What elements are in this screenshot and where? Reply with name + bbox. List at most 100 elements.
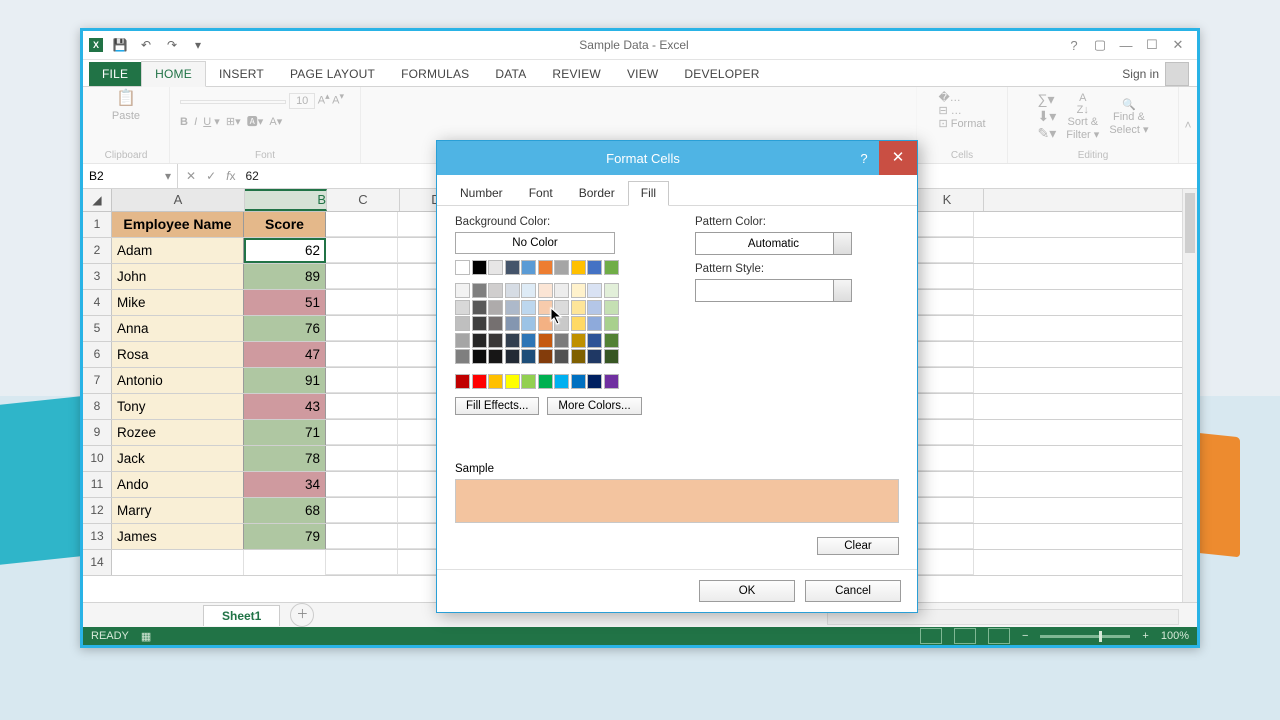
cell[interactable]: Mike — [112, 290, 244, 315]
color-swatch[interactable] — [554, 374, 569, 389]
cell[interactable]: 79 — [244, 524, 326, 549]
collapse-ribbon-icon[interactable]: ˄ — [1179, 87, 1197, 163]
redo-icon[interactable]: ↷ — [163, 38, 181, 52]
color-swatch[interactable] — [538, 260, 553, 275]
color-swatch[interactable] — [505, 260, 520, 275]
color-swatch[interactable] — [587, 283, 602, 298]
color-swatch[interactable] — [571, 260, 586, 275]
color-swatch[interactable] — [488, 300, 503, 315]
row-header[interactable]: 6 — [83, 342, 112, 367]
color-swatch[interactable] — [571, 300, 586, 315]
cell[interactable]: 34 — [244, 472, 326, 497]
color-swatch[interactable] — [521, 260, 536, 275]
no-color-button[interactable]: No Color — [455, 232, 615, 254]
row-header[interactable]: 8 — [83, 394, 112, 419]
cell[interactable]: John — [112, 264, 244, 289]
col-header-b[interactable]: B — [245, 189, 327, 211]
dialog-help-icon[interactable]: ? — [849, 151, 879, 166]
color-swatch[interactable] — [587, 300, 602, 315]
color-swatch[interactable] — [472, 260, 487, 275]
color-swatch[interactable] — [571, 349, 586, 364]
zoom-slider[interactable] — [1040, 635, 1130, 638]
undo-icon[interactable]: ↶ — [137, 38, 155, 52]
cell[interactable]: Score — [244, 212, 326, 237]
color-swatch[interactable] — [538, 374, 553, 389]
color-swatch[interactable] — [604, 333, 619, 348]
color-swatch[interactable] — [521, 333, 536, 348]
dialog-title-bar[interactable]: Format Cells ? ✕ — [437, 141, 917, 175]
color-swatch[interactable] — [554, 333, 569, 348]
color-swatch[interactable] — [521, 374, 536, 389]
row-header[interactable]: 12 — [83, 498, 112, 523]
row-header[interactable]: 2 — [83, 238, 112, 263]
tab-number[interactable]: Number — [447, 181, 516, 205]
color-swatch[interactable] — [538, 283, 553, 298]
tab-page-layout[interactable]: PAGE LAYOUT — [277, 62, 388, 86]
color-swatch[interactable] — [472, 300, 487, 315]
ok-button[interactable]: OK — [699, 580, 795, 602]
name-box[interactable]: B2▾ — [83, 164, 178, 188]
cell[interactable]: Anna — [112, 316, 244, 341]
row-header[interactable]: 1 — [83, 212, 112, 237]
cell[interactable]: 47 — [244, 342, 326, 367]
color-swatch[interactable] — [455, 374, 470, 389]
color-swatch[interactable] — [604, 374, 619, 389]
close-icon[interactable]: ✕ — [1165, 37, 1191, 53]
cell[interactable]: Jack — [112, 446, 244, 471]
color-swatch[interactable] — [604, 300, 619, 315]
cell[interactable]: 78 — [244, 446, 326, 471]
cell[interactable]: 51 — [244, 290, 326, 315]
sign-in[interactable]: Sign in — [1122, 62, 1189, 86]
cell[interactable]: Ando — [112, 472, 244, 497]
tab-file[interactable]: FILE — [89, 62, 141, 86]
color-swatch[interactable] — [571, 333, 586, 348]
sort-filter-button[interactable]: AZ↓Sort & Filter ▾ — [1066, 92, 1099, 141]
row-header[interactable]: 7 — [83, 368, 112, 393]
fx-icon[interactable]: fx — [226, 169, 235, 183]
color-swatch[interactable] — [521, 283, 536, 298]
cell[interactable]: 68 — [244, 498, 326, 523]
color-swatch[interactable] — [554, 260, 569, 275]
color-swatch[interactable] — [488, 349, 503, 364]
cell[interactable]: Employee Name — [112, 212, 244, 237]
row-header[interactable]: 11 — [83, 472, 112, 497]
cell[interactable]: 62 — [244, 238, 326, 263]
color-swatch[interactable] — [455, 333, 470, 348]
tab-insert[interactable]: INSERT — [206, 62, 277, 86]
color-swatch[interactable] — [488, 333, 503, 348]
cell[interactable]: Rosa — [112, 342, 244, 367]
color-swatch[interactable] — [455, 349, 470, 364]
color-swatch[interactable] — [587, 349, 602, 364]
row-header[interactable]: 13 — [83, 524, 112, 549]
color-swatch[interactable] — [538, 333, 553, 348]
color-swatch[interactable] — [472, 349, 487, 364]
tab-fill[interactable]: Fill — [628, 181, 669, 206]
color-swatch[interactable] — [455, 283, 470, 298]
color-swatch[interactable] — [488, 374, 503, 389]
qat-customize-icon[interactable]: ▾ — [189, 38, 207, 52]
paste-icon[interactable]: 📋Paste — [112, 91, 140, 123]
color-swatch[interactable] — [587, 316, 602, 331]
color-swatch[interactable] — [571, 283, 586, 298]
color-swatch[interactable] — [455, 316, 470, 331]
view-page-layout-icon[interactable] — [954, 628, 976, 644]
color-swatch[interactable] — [505, 333, 520, 348]
save-icon[interactable]: 💾 — [111, 38, 129, 52]
color-swatch[interactable] — [571, 316, 586, 331]
color-swatch[interactable] — [521, 300, 536, 315]
zoom-level[interactable]: 100% — [1161, 630, 1189, 642]
cell[interactable]: Rozee — [112, 420, 244, 445]
minimize-icon[interactable]: — — [1113, 38, 1139, 53]
color-swatch[interactable] — [472, 283, 487, 298]
vertical-scrollbar[interactable] — [1182, 189, 1197, 603]
color-swatch[interactable] — [455, 260, 470, 275]
color-swatch[interactable] — [455, 300, 470, 315]
view-normal-icon[interactable] — [920, 628, 942, 644]
tab-review[interactable]: REVIEW — [539, 62, 614, 86]
tab-view[interactable]: VIEW — [614, 62, 671, 86]
cell[interactable]: 91 — [244, 368, 326, 393]
color-swatch[interactable] — [571, 374, 586, 389]
new-sheet-icon[interactable]: ＋ — [290, 603, 314, 627]
find-select-button[interactable]: 🔍Find & Select ▾ — [1109, 98, 1148, 136]
cell[interactable]: Tony — [112, 394, 244, 419]
